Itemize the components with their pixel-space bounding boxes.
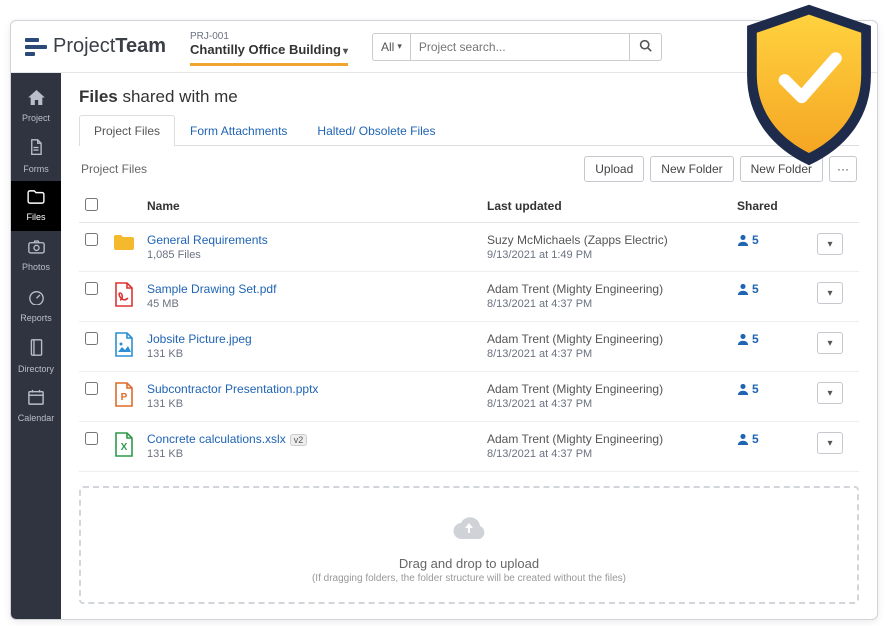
file-meta: 1,085 Files xyxy=(147,249,475,261)
sidebar-item-reports[interactable]: Reports xyxy=(11,281,61,331)
upload-button[interactable]: Upload xyxy=(584,156,644,182)
home-icon xyxy=(28,90,45,110)
camera-icon xyxy=(28,240,45,259)
dropzone-text: Drag and drop to upload xyxy=(91,556,847,571)
files-table: Name Last updated Shared General Require… xyxy=(79,190,859,472)
folder-file-icon xyxy=(107,223,141,272)
logo-mark-icon xyxy=(25,36,47,58)
logo-text-1: Project xyxy=(53,35,115,58)
search-input[interactable] xyxy=(410,33,630,61)
book-icon xyxy=(29,339,44,361)
file-meta: 45 MB xyxy=(147,298,475,310)
folder-icon xyxy=(27,190,45,209)
updated-at: 9/13/2021 at 1:49 PM xyxy=(487,249,725,261)
sidebar-item-photos[interactable]: Photos xyxy=(11,231,61,281)
caret-down-icon: ▾ xyxy=(397,41,402,52)
doc-icon xyxy=(29,139,43,161)
updated-at: 8/13/2021 at 4:37 PM xyxy=(487,398,725,410)
shared-count[interactable]: 5 xyxy=(737,233,805,247)
logo-text-2: Team xyxy=(115,35,166,58)
row-checkbox[interactable] xyxy=(85,332,98,345)
file-name-link[interactable]: Subcontractor Presentation.pptx xyxy=(147,382,318,396)
table-row: X Concrete calculations.xslx v2 131 KB Adam … xyxy=(79,422,859,472)
file-meta: 131 KB xyxy=(147,348,475,360)
file-name-link[interactable]: Sample Drawing Set.pdf xyxy=(147,282,276,296)
row-menu-button[interactable]: ▾ xyxy=(817,233,843,255)
table-row: Jobsite Picture.jpeg 131 KB Adam Trent (Mi… xyxy=(79,322,859,372)
col-name: Name xyxy=(141,190,481,223)
row-menu-button[interactable]: ▾ xyxy=(817,432,843,454)
row-checkbox[interactable] xyxy=(85,233,98,246)
sidebar-item-label: Photos xyxy=(22,262,50,272)
updated-at: 8/13/2021 at 4:37 PM xyxy=(487,298,725,310)
tab-project-files[interactable]: Project Files xyxy=(79,115,175,146)
row-checkbox[interactable] xyxy=(85,282,98,295)
app-logo: ProjectTeam xyxy=(25,35,166,58)
col-updated: Last updated xyxy=(481,190,731,223)
sidebar-item-project[interactable]: Project xyxy=(11,81,61,131)
tab-halted-obsolete-files[interactable]: Halted/ Obsolete Files xyxy=(302,115,450,146)
updated-by: Adam Trent (Mighty Engineering) xyxy=(487,332,725,346)
svg-text:X: X xyxy=(121,442,128,453)
caret-down-icon: ▾ xyxy=(343,46,348,57)
sidebar-item-label: Directory xyxy=(18,364,54,374)
sidebar-item-label: Calendar xyxy=(18,413,55,423)
xls-file-icon: X xyxy=(107,422,141,472)
file-name-link[interactable]: Concrete calculations.xslx xyxy=(147,432,286,446)
ppt-file-icon: P xyxy=(107,372,141,422)
row-checkbox[interactable] xyxy=(85,432,98,445)
version-badge: v2 xyxy=(290,434,308,446)
sidebar-item-calendar[interactable]: Calendar xyxy=(11,381,61,431)
search-button[interactable] xyxy=(630,33,662,61)
sidebar: Project Forms Files Photos Reports Directory C… xyxy=(11,73,61,619)
upload-dropzone[interactable]: Drag and drop to upload (If dragging fol… xyxy=(79,486,859,604)
panel-label: Project Files xyxy=(81,162,147,176)
search-icon xyxy=(639,39,652,52)
shared-count[interactable]: 5 xyxy=(737,382,805,396)
sidebar-item-label: Project xyxy=(22,113,50,123)
updated-by: Adam Trent (Mighty Engineering) xyxy=(487,432,725,446)
sidebar-item-label: Forms xyxy=(23,164,49,174)
sidebar-item-label: Reports xyxy=(20,313,52,323)
image-file-icon xyxy=(107,322,141,372)
row-checkbox[interactable] xyxy=(85,382,98,395)
updated-by: Suzy McMichaels (Zapps Electric) xyxy=(487,233,725,247)
updated-at: 8/13/2021 at 4:37 PM xyxy=(487,348,725,360)
sidebar-item-directory[interactable]: Directory xyxy=(11,331,61,381)
calendar-icon xyxy=(28,389,44,410)
project-code: PRJ-001 xyxy=(190,31,348,42)
file-meta: 131 KB xyxy=(147,448,475,460)
file-meta: 131 KB xyxy=(147,398,475,410)
security-shield-badge xyxy=(734,0,884,170)
row-menu-button[interactable]: ▾ xyxy=(817,332,843,354)
select-all-checkbox[interactable] xyxy=(85,198,98,211)
table-row: P Subcontractor Presentation.pptx 131 KB Ad… xyxy=(79,372,859,422)
dropzone-subtext: (If dragging folders, the folder structu… xyxy=(91,573,847,584)
sidebar-item-files[interactable]: Files xyxy=(11,181,61,231)
project-name: Chantilly Office Building xyxy=(190,42,341,57)
sidebar-item-label: Files xyxy=(26,212,45,222)
file-name-link[interactable]: Jobsite Picture.jpeg xyxy=(147,332,252,346)
row-menu-button[interactable]: ▾ xyxy=(817,282,843,304)
gauge-icon xyxy=(28,290,45,310)
svg-text:P: P xyxy=(121,392,128,403)
new-folder-button[interactable]: New Folder xyxy=(650,156,733,182)
cloud-upload-icon xyxy=(91,514,847,550)
search-scope-dropdown[interactable]: All▾ xyxy=(372,33,410,61)
tab-form-attachments[interactable]: Form Attachments xyxy=(175,115,302,146)
pdf-file-icon xyxy=(107,272,141,322)
file-name-link[interactable]: General Requirements xyxy=(147,233,268,247)
sidebar-item-forms[interactable]: Forms xyxy=(11,131,61,181)
project-selector[interactable]: PRJ-001 Chantilly Office Building▾ xyxy=(190,27,348,66)
shared-count[interactable]: 5 xyxy=(737,332,805,346)
shared-count[interactable]: 5 xyxy=(737,432,805,446)
shared-count[interactable]: 5 xyxy=(737,282,805,296)
table-row: General Requirements 1,085 Files Suzy McMi… xyxy=(79,223,859,272)
row-menu-button[interactable]: ▾ xyxy=(817,382,843,404)
col-shared: Shared xyxy=(731,190,811,223)
updated-by: Adam Trent (Mighty Engineering) xyxy=(487,282,725,296)
updated-at: 8/13/2021 at 4:37 PM xyxy=(487,448,725,460)
updated-by: Adam Trent (Mighty Engineering) xyxy=(487,382,725,396)
table-row: Sample Drawing Set.pdf 45 MB Adam Trent (M… xyxy=(79,272,859,322)
